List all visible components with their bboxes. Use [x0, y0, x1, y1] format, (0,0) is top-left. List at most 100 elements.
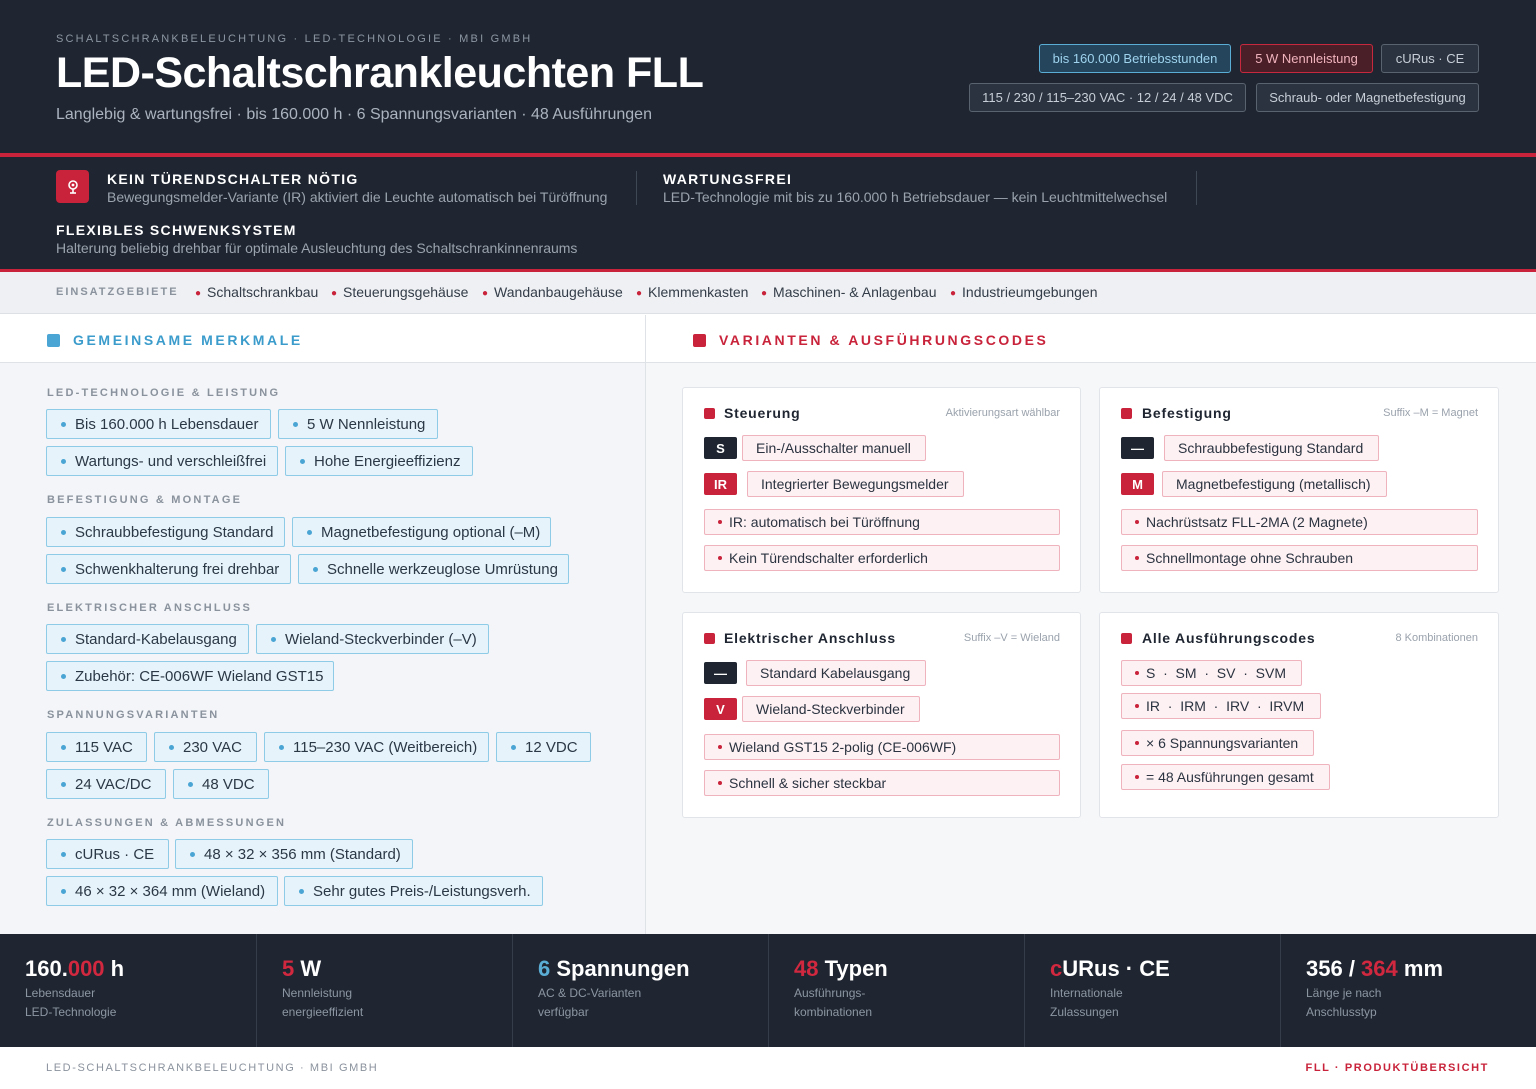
group-label: ZULASSUNGEN & ABMESSUNGEN: [47, 817, 287, 829]
usage-item: ● Industrieumgebungen: [950, 284, 1098, 300]
card-marker: [1121, 408, 1132, 419]
code-badge: M: [1121, 473, 1154, 495]
stat-lifetime-value: 160.000 h: [25, 956, 125, 981]
badge-power: 5 W Nennleistung: [1240, 44, 1373, 73]
code-badge: —: [1121, 437, 1154, 459]
stat-approvals-value: cURus · CE: [1050, 956, 1170, 981]
card-bullet: Schnellmontage ohne Schrauben: [1121, 545, 1478, 571]
feature-chip: Wartungs- und verschleißfrei: [46, 446, 278, 476]
card-note: Suffix –V = Wieland: [963, 632, 1060, 644]
header-eyebrow: SCHALTSCHRANKBELEUCHTUNG · LED-TECHNOLOG…: [56, 33, 533, 45]
usage-item: ● Klemmenkasten: [636, 284, 749, 300]
card-bullet: Kein Türendschalter erforderlich: [704, 545, 1060, 571]
option-label: Standard Kabelausgang: [746, 660, 926, 686]
stat-power-value: 5 W: [282, 956, 322, 981]
stat-divider: [512, 934, 513, 1047]
usage-item: ● Wandanbaugehäuse: [482, 284, 623, 300]
stat-divider: [1280, 934, 1281, 1047]
card-marker: [704, 633, 715, 644]
code-badge: IR: [704, 473, 737, 495]
feature-chip: Hohe Energieeffizienz: [285, 446, 473, 476]
code-badge: —: [704, 662, 737, 684]
common-features-title: GEMEINSAME MERKMALE: [73, 332, 303, 348]
card-bullet: Schnell & sicher steckbar: [704, 770, 1060, 796]
option-label: Wieland-Steckverbinder: [742, 696, 920, 722]
code-list-item: S · SM · SV · SVM: [1121, 660, 1302, 686]
badge-approvals: cURus · CE: [1381, 44, 1479, 73]
option-label: Integrierter Bewegungsmelder: [747, 471, 964, 497]
feature-chip: 24 VAC/DC: [46, 769, 166, 799]
option-label: Ein-/Ausschalter manuell: [742, 435, 926, 461]
card-title: Steuerung: [724, 405, 801, 421]
card-note: Aktivierungsart wählbar: [945, 407, 1060, 419]
stat-label: Ausführungs-kombinationen: [794, 986, 873, 1019]
badge-voltages: 115 / 230 / 115–230 VAC · 12 / 24 / 48 V…: [969, 83, 1246, 112]
feature-chip: Standard-Kabelausgang: [46, 624, 249, 654]
code-list-item: = 48 Ausführungen gesamt: [1121, 764, 1330, 790]
usage-item: ● Schaltschrankbau: [195, 284, 319, 300]
feature-chip: 115–230 VAC (Weitbereich): [264, 732, 489, 762]
usage-item: ● Steuerungsgehäuse: [331, 284, 469, 300]
stat-divider: [256, 934, 257, 1047]
stat-label: Nennleistung energieeffizient: [282, 986, 364, 1019]
feature-divider: [636, 171, 637, 205]
feature-title-maintenance-free: WARTUNGSFREI: [663, 171, 793, 187]
card-note: 8 Kombinationen: [1395, 632, 1478, 644]
feature-chip: 12 VDC: [496, 732, 591, 762]
stat-label: Länge je nach Anschlusstyp: [1306, 986, 1382, 1019]
stat-voltages-value: 6 Spannungen: [538, 956, 690, 981]
page-title: LED-Schaltschrankleuchten FLL: [56, 49, 704, 97]
badge-mounting: Schraub- oder Magnetbefestigung: [1256, 83, 1479, 112]
feature-divider: [1196, 171, 1197, 205]
section-marker: [47, 334, 60, 347]
stat-types-value: 48 Typen: [794, 956, 888, 981]
feature-chip: Magnetbefestigung optional (–M): [292, 517, 551, 547]
code-badge: V: [704, 698, 737, 720]
footer-left: LED-SCHALTSCHRANKBELEUCHTUNG · MBI GMBH: [46, 1062, 379, 1074]
card-title: Alle Ausführungscodes: [1142, 630, 1316, 646]
sensor-icon: [56, 170, 89, 203]
feature-chip: Wieland-Steckverbinder (–V): [256, 624, 489, 654]
section-marker: [693, 334, 706, 347]
feature-chip: Zubehör: CE-006WF Wieland GST15: [46, 661, 334, 691]
card-marker: [1121, 633, 1132, 644]
usage-label: EINSATZGEBIETE: [56, 286, 179, 298]
code-badge: S: [704, 437, 737, 459]
group-label: LED-TECHNOLOGIE & LEISTUNG: [47, 387, 281, 399]
feature-chip: 115 VAC: [46, 732, 147, 762]
option-label: Schraubbefestigung Standard: [1164, 435, 1379, 461]
card-bullet: IR: automatisch bei Türöffnung: [704, 509, 1060, 535]
feature-desc-swivel: Halterung beliebig drehbar für optimale …: [56, 240, 578, 256]
card-marker: [704, 408, 715, 419]
feature-chip: 5 W Nennleistung: [278, 409, 438, 439]
card-bullet: Wieland GST15 2-polig (CE-006WF): [704, 734, 1060, 760]
feature-chip: Schnelle werkzeuglose Umrüstung: [298, 554, 569, 584]
feature-chip: Bis 160.000 h Lebensdauer: [46, 409, 271, 439]
feature-chip: 230 VAC: [154, 732, 257, 762]
variants-title: VARIANTEN & AUSFÜHRUNGSCODES: [719, 332, 1049, 348]
feature-chip: Schraubbefestigung Standard: [46, 517, 285, 547]
group-label: BEFESTIGUNG & MONTAGE: [47, 494, 243, 506]
code-list-item: × 6 Spannungsvarianten: [1121, 730, 1314, 756]
stat-label: Lebensdauer LED-Technologie: [25, 986, 117, 1019]
page-subtitle: Langlebig & wartungsfrei · bis 160.000 h…: [56, 106, 652, 123]
feature-chip: 48 VDC: [173, 769, 269, 799]
feature-chip: cURus · CE: [46, 839, 169, 869]
card-title: Befestigung: [1142, 405, 1232, 421]
feature-desc-maintenance-free: LED-Technologie mit bis zu 160.000 h Bet…: [663, 189, 1168, 205]
option-label: Magnetbefestigung (metallisch): [1162, 471, 1387, 497]
feature-chip: 48 × 32 × 356 mm (Standard): [175, 839, 413, 869]
group-label: ELEKTRISCHER ANSCHLUSS: [47, 602, 253, 614]
badge-lifetime: bis 160.000 Betriebsstunden: [1039, 44, 1231, 73]
card-title: Elektrischer Anschluss: [724, 630, 896, 646]
footer-right: FLL · PRODUKTÜBERSICHT: [1305, 1062, 1489, 1074]
code-list-item: IR · IRM · IRV · IRVM: [1121, 693, 1321, 719]
feature-desc-no-door-switch: Bewegungsmelder-Variante (IR) aktiviert …: [107, 189, 608, 205]
group-label: SPANNUNGSVARIANTEN: [47, 709, 220, 721]
stat-label: AC & DC-Varianten verfügbar: [538, 986, 642, 1019]
feature-title-swivel: FLEXIBLES SCHWENKSYSTEM: [56, 222, 297, 238]
feature-chip: Schwenkhalterung frei drehbar: [46, 554, 291, 584]
feature-chip: 46 × 32 × 364 mm (Wieland): [46, 876, 278, 906]
stat-divider: [1024, 934, 1025, 1047]
card-note: Suffix –M = Magnet: [1383, 407, 1478, 419]
